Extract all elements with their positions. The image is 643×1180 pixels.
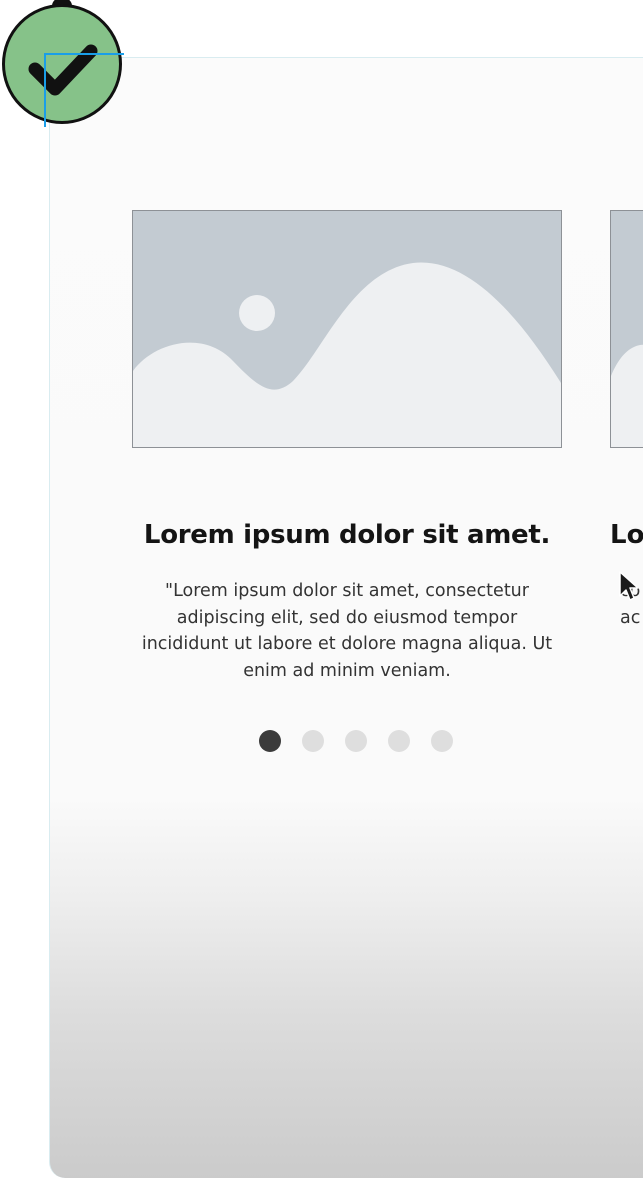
slide-2-title: Lo bbox=[610, 520, 643, 550]
pagination-dot-5[interactable] bbox=[431, 730, 453, 752]
slide-description: "Lorem ipsum dolor sit amet, consectetur… bbox=[141, 581, 553, 681]
mouse-cursor-icon bbox=[619, 571, 639, 601]
slide-2-description-line-2: ac bbox=[620, 607, 641, 628]
carousel-slide-1[interactable]: Lorem ipsum dolor sit amet. "Lorem ipsum… bbox=[50, 58, 643, 1178]
pagination-dot-4[interactable] bbox=[388, 730, 410, 752]
pagination-dot-1-active[interactable] bbox=[259, 730, 281, 752]
phone-frame: Lorem ipsum dolor sit amet. "Lorem ipsum… bbox=[49, 57, 643, 1178]
pagination-dot-2[interactable] bbox=[302, 730, 324, 752]
check-icon[interactable] bbox=[2, 4, 122, 124]
slide-2-image-placeholder-icon bbox=[610, 210, 643, 448]
pagination-dot-3[interactable] bbox=[345, 730, 367, 752]
image-placeholder-icon bbox=[132, 210, 562, 448]
slide-title: Lorem ipsum dolor sit amet. bbox=[143, 520, 551, 550]
design-canvas: Lorem ipsum dolor sit amet. "Lorem ipsum… bbox=[0, 0, 643, 1180]
pagination-dots bbox=[259, 730, 453, 752]
